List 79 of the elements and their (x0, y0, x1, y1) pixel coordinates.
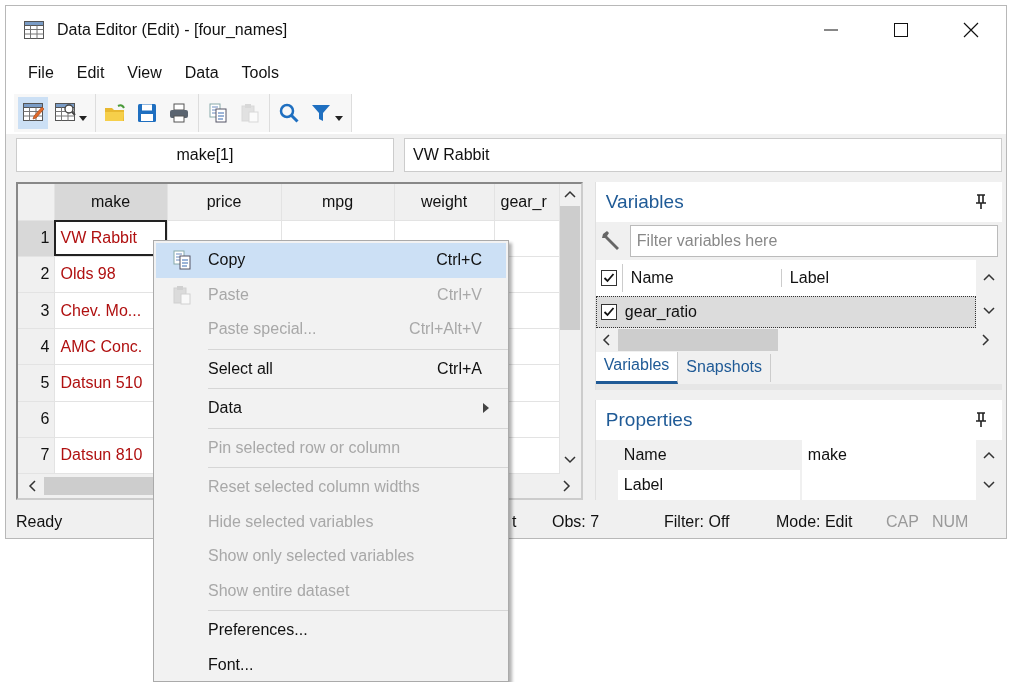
column-header[interactable]: Label (781, 269, 829, 287)
row-number[interactable]: 2 (18, 256, 54, 293)
clipboard-icon (171, 283, 193, 306)
row-number[interactable]: 1 (18, 220, 54, 257)
chevron-down-icon (983, 307, 995, 315)
status-text: Ready (16, 513, 63, 531)
filter-icon (310, 102, 332, 124)
folder-icon (104, 102, 126, 124)
row-number[interactable]: 4 (18, 328, 54, 365)
property-name: Label (617, 470, 800, 500)
chevron-down-icon (983, 481, 995, 489)
filter-field[interactable]: Filter variables here (629, 225, 998, 257)
dropdown-caret-icon (335, 115, 343, 121)
menu-item[interactable]: Preferences... (156, 613, 506, 648)
row-number[interactable]: 5 (18, 364, 54, 402)
menu-item[interactable]: Font... (156, 647, 506, 681)
row-number[interactable]: 6 (18, 401, 54, 438)
column-header[interactable]: gear_r (494, 184, 559, 221)
browse-grid-icon (54, 102, 76, 124)
submenu-arrow-icon (482, 402, 490, 415)
checkbox[interactable] (600, 304, 617, 320)
column-header[interactable]: mpg (281, 184, 394, 221)
cell-reference-field[interactable]: make[1] (16, 138, 394, 172)
toolbar-button[interactable] (18, 97, 48, 129)
dropdown-caret-icon (79, 115, 87, 121)
variable-row[interactable]: gear_ratio (595, 296, 976, 328)
copy-icon (207, 102, 229, 124)
chevron-down-icon (564, 456, 577, 464)
checkbox[interactable] (600, 270, 617, 286)
printer-icon (168, 102, 190, 124)
status-text: Mode: Edit (776, 513, 853, 531)
minimize-icon (823, 29, 839, 31)
chevron-up-icon (564, 190, 577, 198)
scrollbar-thumb[interactable] (560, 206, 581, 330)
status-text: Filter: Off (664, 513, 730, 531)
close-icon (963, 22, 979, 38)
status-text: NUM (932, 513, 969, 531)
status-text: Obs: 7 (552, 513, 600, 531)
property-value: make (799, 440, 976, 470)
tab[interactable]: Snapshots (678, 354, 771, 382)
row-number[interactable]: 7 (18, 437, 54, 474)
menu-item[interactable]: Edit (66, 64, 115, 82)
menu-item[interactable]: File (18, 64, 64, 82)
table-icon (23, 20, 45, 40)
chevron-left-icon (601, 334, 610, 346)
chevron-up-icon (983, 451, 995, 459)
search-icon (278, 102, 300, 124)
wrench-icon (599, 230, 622, 252)
panel-title: Variables (605, 191, 684, 213)
pin-icon (974, 194, 988, 210)
menu-item[interactable]: View (117, 64, 172, 82)
vertical-scrollbar[interactable] (559, 184, 581, 474)
row-number[interactable]: 3 (18, 292, 54, 329)
column-header[interactable]: make (54, 184, 167, 221)
edit-grid-icon (22, 102, 44, 124)
chevron-right-icon (982, 334, 990, 346)
clipboard-icon (239, 102, 261, 124)
column-header[interactable]: price (167, 184, 281, 221)
cell-value-field[interactable]: VW Rabbit (404, 138, 1002, 172)
pin-icon (974, 412, 988, 428)
panel-title: Properties (605, 409, 693, 431)
scrollbar-thumb[interactable] (617, 329, 778, 351)
table-cell[interactable]: VW Rabbit (54, 220, 167, 257)
chevron-up-icon (983, 273, 995, 281)
tab[interactable]: Variables (595, 352, 679, 384)
column-header[interactable]: weight (394, 184, 494, 221)
scrollbar-thumb[interactable] (44, 477, 154, 495)
menu-item[interactable]: Data (174, 64, 229, 82)
variable-name: gear_ratio (624, 303, 697, 321)
window-title: Data Editor (Edit) - [four_names] (57, 21, 288, 39)
status-text: t (512, 513, 517, 531)
menu-item[interactable]: Copy Ctrl+C (156, 243, 506, 278)
copy-icon (171, 249, 193, 272)
status-text: CAP (886, 513, 919, 531)
column-header[interactable]: Name (622, 269, 782, 287)
menu-item[interactable]: Tools (231, 64, 289, 82)
chevron-right-icon (562, 480, 571, 492)
chevron-left-icon (28, 480, 36, 492)
maximize-icon (893, 22, 909, 38)
